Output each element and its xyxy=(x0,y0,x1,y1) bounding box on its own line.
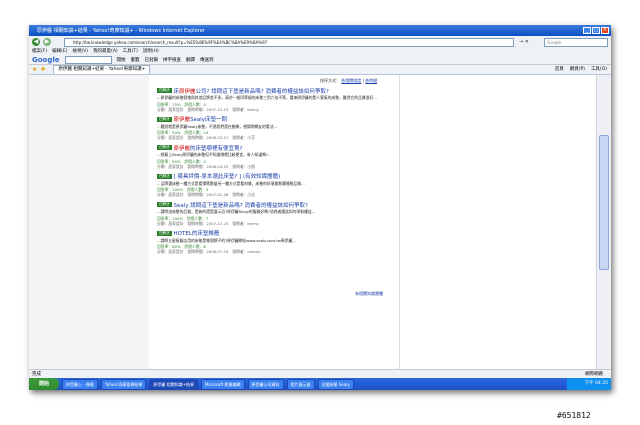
url-input[interactable]: http://tw.knowledge.yahoo.com/search/sea… xyxy=(64,38,514,47)
window-titlebar: 原伊麗 相關知識+結果 - Yahoo!奇摩知識+ - Windows Inte… xyxy=(29,25,611,36)
solved-badge: 已解決 xyxy=(157,173,172,179)
title-part: [ 寢具評價-原本選此床墊? ] (有效知識團體) xyxy=(173,174,281,180)
result-snippet: ...原伊麗的床墊價格與其他品牌差不多，高於一般同等級的床墊三到六倍不等，看來原… xyxy=(157,95,377,100)
minimize-button[interactable]: _ xyxy=(583,27,591,34)
title-part: Sealy 請問這下墊是新品嗎? 消費者的權益該如何爭取? xyxy=(173,202,308,209)
result-item: 已解決 原伊麗的床墊哪裡有便宜賣? ...想買上Sealy原伊麗的床墊但不知道哪… xyxy=(157,144,393,169)
page-menu-button[interactable]: 網頁(P) xyxy=(570,66,585,72)
result-title-link[interactable]: [ 寢具評價-原本選此床墊? ] (有效知識團體) xyxy=(174,172,281,180)
menu-favorites[interactable]: 我的最愛(A) xyxy=(93,48,118,55)
vertical-scrollbar[interactable] xyxy=(596,75,611,369)
result-snippet: ...請問這床墊的品質，是新的還是展示品?原伊麗Sealy的服務好嗎?消費者應該… xyxy=(157,209,316,214)
menu-view[interactable]: 檢視(V) xyxy=(72,48,88,55)
taskbar-button[interactable]: 原伊麗公司資料 xyxy=(247,378,284,390)
translate-button[interactable]: 翻譯 xyxy=(186,57,195,63)
result-item: 已解決 [ 寢具評價-原本選此床墊? ] (有效知識團體) ...品牌選床墊一種… xyxy=(157,172,393,197)
tab-bar: ★ ✚ 原伊麗 相關知識+結果 - Yahoo!奇摩知識+ 首頁 網頁(P) 工… xyxy=(29,65,611,75)
result-snippet: ...品牌選床墊一種方式是看彈簧數量另一種方式是看材質，床墊的好壞會影響睡眠品質… xyxy=(157,180,305,186)
search-input[interactable]: Google xyxy=(544,38,608,47)
close-button[interactable]: × xyxy=(601,27,609,34)
title-part: Sealy床墊一問 xyxy=(190,117,228,123)
result-item: 已解決 HOTEL的床墊推薦 ...請問五星級飯店用的床墊是哪個牌子的?原伊麗網… xyxy=(157,229,393,254)
solved-badge: 已解決 xyxy=(157,116,172,122)
menu-help[interactable]: 說明(H) xyxy=(143,48,159,55)
command-bar: 首頁 網頁(P) 工具(O) xyxy=(555,66,607,72)
scrollbar-thumb[interactable] xyxy=(599,135,609,270)
status-bar: 完成 網際網路 xyxy=(29,369,611,378)
menu-bar: 檔案(F) 編輯(E) 檢視(V) 我的最愛(A) 工具(T) 說明(H) xyxy=(29,48,611,55)
result-snippet: ...聽說就是原伊麗Sealy床墊，不過我們還在猶豫，想請問網友的看法... xyxy=(157,123,278,129)
taskbar-button[interactable]: 拼音輸入 - 微軟 xyxy=(62,378,98,390)
title-part: 公司? 請問這下墊是新品嗎? 消費者的權益該如何爭取? xyxy=(195,88,329,95)
result-title-link[interactable]: 床原伊麗公司? 請問這下墊是新品嗎? 消費者的權益該如何爭取? xyxy=(174,87,329,95)
refresh-stop-buttons[interactable]: → ✕ xyxy=(519,39,529,45)
result-title-link[interactable]: 原伊麗Sealy床墊一問 xyxy=(174,115,228,123)
taskbar-button[interactable]: 相片展示器 xyxy=(286,378,315,390)
sort-relevance-link[interactable]: 依相關程度 xyxy=(341,78,361,83)
result-item: 已解決 床原伊麗公司? 請問這下墊是新品嗎? 消費者的權益該如何爭取? ...原… xyxy=(157,87,393,112)
result-meta: 分類：居家設計 發問時間：2008-03-27 發問者：小芳 xyxy=(157,135,256,140)
start-button[interactable]: 開始 xyxy=(29,378,59,390)
taskbar-button[interactable]: 全國床墊 Sealy xyxy=(317,378,354,390)
home-button[interactable]: 首頁 xyxy=(555,66,564,72)
title-highlight: 原伊麗 xyxy=(173,145,191,152)
tab-current[interactable]: 原伊麗 相關知識+結果 - Yahoo!奇摩知識+ xyxy=(53,65,151,74)
result-meta: 分類：居家設計 發問時間：2007-01-28 發問者：小志 xyxy=(157,192,256,197)
add-favorites-icon[interactable]: ✚ xyxy=(40,66,45,73)
result-snippet: ...請問五星級飯店用的床墊是哪個牌子的?原伊麗網站www.sealy.com.… xyxy=(157,237,296,243)
result-snippet: ...想買上Sealy原伊麗的床墊但不知道哪裡比較便宜，有人知道嗎?... xyxy=(157,152,272,157)
result-item: 已解決 原伊麗Sealy床墊一問 ...聽說就是原伊麗Sealy床墊，不過我們還… xyxy=(157,115,393,140)
window-title: 原伊麗 相關知識+結果 - Yahoo!奇摩知識+ - Windows Inte… xyxy=(37,28,205,34)
page-content: 排序方式： 依相關程度 | 依時間 已解決 床原伊麗公司? 請問這下墊是新品嗎?… xyxy=(29,75,596,369)
title-part: HOTEL的床墊推薦 xyxy=(173,231,220,237)
tools-menu-button[interactable]: 工具(O) xyxy=(591,66,607,72)
system-tray-clock: 下午 04:35 xyxy=(567,378,611,390)
result-meta: 分類：居家設計 發問時間：2008-04-25 發問者：小凱 xyxy=(157,163,256,169)
back-button[interactable]: ◀ xyxy=(32,38,40,46)
taskbar: 開始 拼音輸入 - 微軟 Yahoo!奇摩搜尋結果 原伊麗 相關知識+結果 Mi… xyxy=(29,378,611,390)
google-go-button[interactable]: 開始 xyxy=(117,57,126,63)
menu-tools[interactable]: 工具(T) xyxy=(123,48,138,55)
google-search-input[interactable] xyxy=(64,55,112,64)
result-meta: 分類：居家設計 發問時間：2008-07-24 發問者：carmin xyxy=(157,249,261,254)
solved-badge: 已解決 xyxy=(157,145,172,150)
menu-edit[interactable]: 編輯(E) xyxy=(52,48,67,55)
title-highlight: 原伊麗 xyxy=(173,117,191,123)
sort-options: 排序方式： 依相關程度 | 依時間 xyxy=(320,78,377,84)
menu-file[interactable]: 檔案(F) xyxy=(32,48,47,55)
screenshot-frame: 原伊麗 相關知識+結果 - Yahoo!奇摩知識+ - Windows Inte… xyxy=(29,25,611,390)
watermark-id: #651812 xyxy=(557,411,591,420)
popup-blocked[interactable]: 已封鎖 xyxy=(145,57,159,63)
right-column xyxy=(399,75,596,369)
taskbar-button[interactable]: Yahoo!奇摩搜尋結果 xyxy=(101,378,147,390)
google-logo: Google xyxy=(32,55,60,64)
google-toolbar: Google 開始 書籤 已封鎖 拼字檢查 翻譯 傳送到 xyxy=(29,55,611,65)
title-part: 的床墊哪裡有便宜賣? xyxy=(190,145,243,152)
maximize-button[interactable]: □ xyxy=(592,27,600,34)
left-column xyxy=(29,75,149,369)
forward-button[interactable]: ▶ xyxy=(43,38,51,46)
title-highlight: 原伊麗 xyxy=(179,88,196,95)
sort-time-link[interactable]: 依時間 xyxy=(365,78,377,83)
spellcheck-button[interactable]: 拼字檢查 xyxy=(163,57,181,63)
favorites-star-icon[interactable]: ★ xyxy=(32,66,37,73)
result-title-link[interactable]: 原伊麗的床墊哪裡有便宜賣? xyxy=(174,144,243,152)
solved-badge: 已解決 xyxy=(157,202,172,207)
result-list: 已解決 床原伊麗公司? 請問這下墊是新品嗎? 消費者的權益該如何爭取? ...原… xyxy=(157,87,393,258)
related-groups-link[interactable]: 有相關知識團體 xyxy=(355,291,383,297)
result-meta: 分類：居家設計 發問時間：2007-12-23 發問者：kenny xyxy=(157,106,259,112)
result-title-link[interactable]: Sealy 請問這下墊是新品嗎? 消費者的權益該如何爭取? xyxy=(174,201,308,209)
bookmarks-button[interactable]: 書籤 xyxy=(131,57,140,63)
sort-label: 排序方式： xyxy=(320,78,340,83)
solved-badge: 已解決 xyxy=(157,230,172,236)
status-text: 完成 xyxy=(32,372,41,377)
result-meta: 分類：居家設計 發問時間：2007-12-23 發問者：kenny xyxy=(157,220,259,226)
solved-badge: 已解決 xyxy=(157,88,172,93)
window-controls: _ □ × xyxy=(583,27,609,34)
taskbar-button[interactable]: Microsoft 影像編輯 xyxy=(201,378,245,390)
send-to-button[interactable]: 傳送到 xyxy=(200,57,214,63)
taskbar-button-active[interactable]: 原伊麗 相關知識+結果 xyxy=(149,378,199,390)
result-title-link[interactable]: HOTEL的床墊推薦 xyxy=(174,229,220,237)
result-item: 已解決 Sealy 請問這下墊是新品嗎? 消費者的權益該如何爭取? ...請問這… xyxy=(157,201,393,226)
